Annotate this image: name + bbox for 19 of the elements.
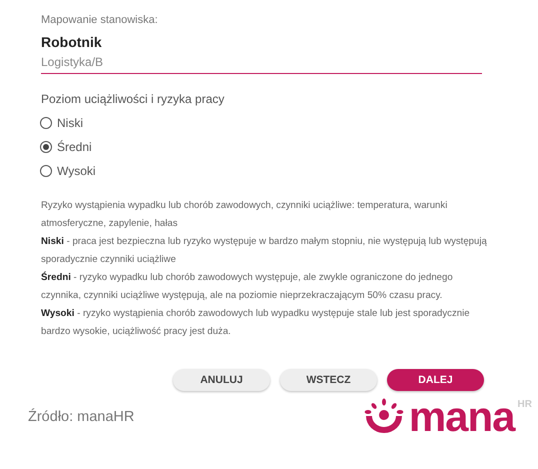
radio-button[interactable] [40,165,52,177]
description-paragraph: Średni - ryzyko wypadku lub chorób zawodowych występuje, ale zwykle ograniczone do jednego czynnika, czynniki uciążliwe występują, ale na poziomie nieprzekraczającym 50% czasu pracy. [41,270,454,303]
position-title: Robotnik [41,34,103,50]
action-button[interactable]: WSTECZ [280,369,377,391]
section-label: Poziom uciążliwości i ryzyka pracy [41,92,226,106]
field-label: Mapowanie stanowiska: [41,14,159,26]
radio-option[interactable]: Niski [40,115,482,131]
position-field[interactable]: Logistyka/B [41,55,482,74]
description-paragraph: Niski - praca jest bezpieczna lub ryzyko występuje w bardzo małym stopniu, nie występują lub występują sporadycznie czynniki uciążliwe [41,235,488,267]
radio-option[interactable]: Średni [40,139,482,155]
radio-option[interactable]: Wysoki [40,163,482,179]
next-button[interactable]: DALEJ [387,369,484,391]
radio-button[interactable] [40,141,52,153]
radio-button[interactable] [40,117,52,129]
description-paragraph: Ryzyko wystąpienia wypadku lub chorób zawodowych, czynniki uciążliwe: temperatura, warunki atmosferyczne, zapylenie, hałas [41,199,448,231]
logo-text: mana [408,397,515,437]
source-caption: Źródło: manaHR [28,409,134,425]
action-button[interactable]: ANULUJ [173,369,270,391]
description-paragraph: Wysoki - ryzyko wystąpienia chorób zawodowych lub wypadku występuje stale lub jest sporadycznie bardzo wysokie, uciążliwość pracy jest duża. [41,307,471,339]
